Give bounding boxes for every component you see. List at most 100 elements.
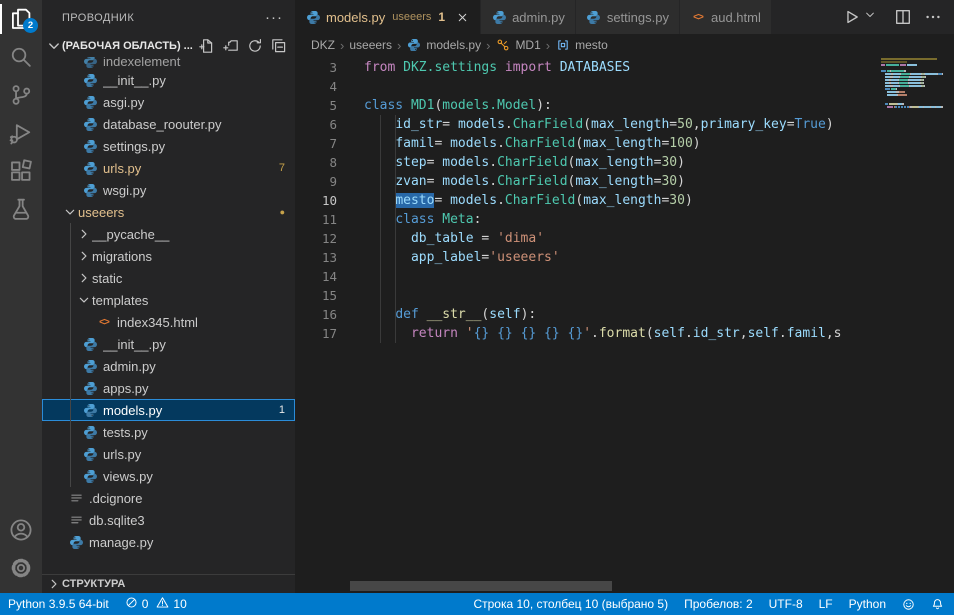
- minimap-segment: [923, 82, 924, 84]
- tree-item-migrations[interactable]: migrations: [42, 245, 295, 267]
- code-line-9: 9 zvan= models.CharField(max_length=30): [295, 172, 954, 191]
- horizontal-scrollbar[interactable]: [350, 581, 612, 591]
- indentation-status[interactable]: Пробелов: 2: [676, 593, 761, 615]
- python-file-icon: [586, 9, 602, 25]
- breadcrumb-item-dkz[interactable]: DKZ: [311, 38, 335, 52]
- tree-item-views-py[interactable]: views.py: [42, 465, 295, 487]
- line-number: 4: [295, 77, 337, 96]
- minimap-line: [881, 100, 943, 102]
- minimap-line: [881, 76, 943, 78]
- tree-item-static[interactable]: static: [42, 267, 295, 289]
- tree-item-asgi-py[interactable]: asgi.py: [42, 91, 295, 113]
- tab-settings-py[interactable]: settings.py: [576, 0, 679, 34]
- minimap-segment: [901, 73, 910, 75]
- minimap-line: [881, 106, 943, 108]
- editor[interactable]: 3from DKZ.settings import DATABASES45cla…: [295, 56, 954, 593]
- tree-item--init-py[interactable]: __init__.py: [42, 69, 295, 91]
- minimap-segment: [898, 94, 907, 96]
- line-content: from DKZ.settings import DATABASES: [337, 58, 630, 77]
- activity-extensions-button[interactable]: [0, 152, 42, 190]
- breadcrumb-separator: ›: [397, 38, 401, 53]
- tree-item-label: .dcignore: [89, 491, 295, 506]
- minimap-segment: [925, 76, 926, 78]
- activity-source-control-button[interactable]: [0, 76, 42, 114]
- problems-status[interactable]: 0 10: [117, 593, 195, 615]
- new-file-icon[interactable]: [199, 38, 215, 54]
- refresh-icon[interactable]: [247, 38, 263, 54]
- activity-account-button[interactable]: [0, 511, 42, 549]
- workspace-section-header[interactable]: (РАБОЧАЯ ОБЛАСТЬ) ...: [42, 35, 295, 57]
- run-dropdown-icon[interactable]: [864, 8, 882, 26]
- tree-item-admin-py[interactable]: admin.py: [42, 355, 295, 377]
- line-number: 10: [295, 191, 337, 210]
- tree-item-index345-html[interactable]: <>index345.html: [42, 311, 295, 333]
- tree-item-db-sqlite3[interactable]: db.sqlite3: [42, 509, 295, 531]
- language-mode-status[interactable]: Python: [841, 593, 894, 615]
- sidebar-more-actions-button[interactable]: ···: [265, 9, 283, 26]
- breadcrumb-label: models.py: [426, 38, 481, 52]
- tree-item-wsgi-py[interactable]: wsgi.py: [42, 179, 295, 201]
- tree-item-label: migrations: [92, 249, 295, 264]
- tree-item-indexelement[interactable]: indexelement: [42, 57, 295, 69]
- status-bar-left: Python 3.9.5 64-bit 0 10: [0, 593, 195, 615]
- code-line-13: 13 app_label='useeers': [295, 248, 954, 267]
- chevron-down-icon: [76, 293, 92, 307]
- tab-aud-html[interactable]: <>aud.html: [680, 0, 771, 34]
- new-folder-icon[interactable]: [223, 38, 239, 54]
- tree-item-templates[interactable]: templates: [42, 289, 295, 311]
- breadcrumb-item-models-py[interactable]: models.py: [406, 37, 481, 53]
- collapse-all-icon[interactable]: [271, 38, 287, 54]
- breadcrumb-separator: ›: [340, 38, 344, 53]
- outline-section-header[interactable]: СТРУКТУРА: [42, 574, 295, 593]
- tab-bar: models.pyuseeers1admin.pysettings.py<>au…: [295, 0, 954, 34]
- tree-item-models-py[interactable]: models.py1: [42, 399, 295, 421]
- tree-item-apps-py[interactable]: apps.py: [42, 377, 295, 399]
- minimap-segment: [896, 88, 897, 90]
- activity-search-button[interactable]: [0, 38, 42, 76]
- tree-item-label: tests.py: [103, 425, 295, 440]
- tree-item--dcignore[interactable]: .dcignore: [42, 487, 295, 509]
- bell-icon[interactable]: [923, 593, 954, 615]
- symbol-class-icon: [495, 37, 511, 53]
- breadcrumb-item-mesto[interactable]: mesto: [555, 37, 608, 53]
- tree-item-urls-py[interactable]: urls.py7: [42, 157, 295, 179]
- encoding-status[interactable]: UTF-8: [761, 593, 811, 615]
- py-file-icon: [82, 380, 98, 396]
- activity-explorer-button[interactable]: 2: [0, 0, 42, 38]
- cursor-position-status[interactable]: Строка 10, столбец 10 (выбрано 5): [465, 593, 676, 615]
- feedback-icon[interactable]: [894, 593, 923, 615]
- tree-item-useeers[interactable]: useeers●: [42, 201, 295, 223]
- tree-item--init-py[interactable]: __init__.py: [42, 333, 295, 355]
- tree-item-settings-py[interactable]: settings.py: [42, 135, 295, 157]
- python-interpreter-status[interactable]: Python 3.9.5 64-bit: [0, 593, 117, 615]
- minimap-segment: [923, 79, 924, 81]
- tree-item--pycache-[interactable]: __pycache__: [42, 223, 295, 245]
- tree-item-tests-py[interactable]: tests.py: [42, 421, 295, 443]
- tree-item-manage-py[interactable]: manage.py: [42, 531, 295, 553]
- line-number: 16: [295, 305, 337, 324]
- activity-testing-button[interactable]: [0, 190, 42, 228]
- line-content: [337, 267, 364, 286]
- tree-item-urls-py[interactable]: urls.py: [42, 443, 295, 465]
- tab-models-py[interactable]: models.pyuseeers1: [295, 0, 480, 34]
- minimap-segment: [899, 79, 908, 81]
- breadcrumb-item-md1[interactable]: MD1: [495, 37, 540, 53]
- run-icon[interactable]: [842, 8, 860, 26]
- more-actions-icon[interactable]: [924, 8, 942, 26]
- minimap[interactable]: [881, 58, 943, 109]
- breadcrumb-separator: ›: [486, 38, 490, 53]
- tree-item-database-roouter-py[interactable]: database_roouter.py: [42, 113, 295, 135]
- tree-item-label: indexelement: [103, 57, 295, 69]
- indent-guide: [395, 115, 396, 343]
- symbol-field-icon: [555, 37, 571, 53]
- close-icon[interactable]: [454, 9, 470, 25]
- eol-status[interactable]: LF: [811, 593, 841, 615]
- split-editor-icon[interactable]: [894, 8, 912, 26]
- chevron-down-icon: [46, 38, 62, 54]
- tab-admin-py[interactable]: admin.py: [481, 0, 575, 34]
- minimap-segment: [911, 73, 921, 75]
- activity-settings-gear-button[interactable]: [0, 549, 42, 587]
- breadcrumb-item-useeers[interactable]: useeers: [349, 38, 392, 52]
- activity-run-debug-button[interactable]: [0, 114, 42, 152]
- indent-guide: [380, 115, 381, 343]
